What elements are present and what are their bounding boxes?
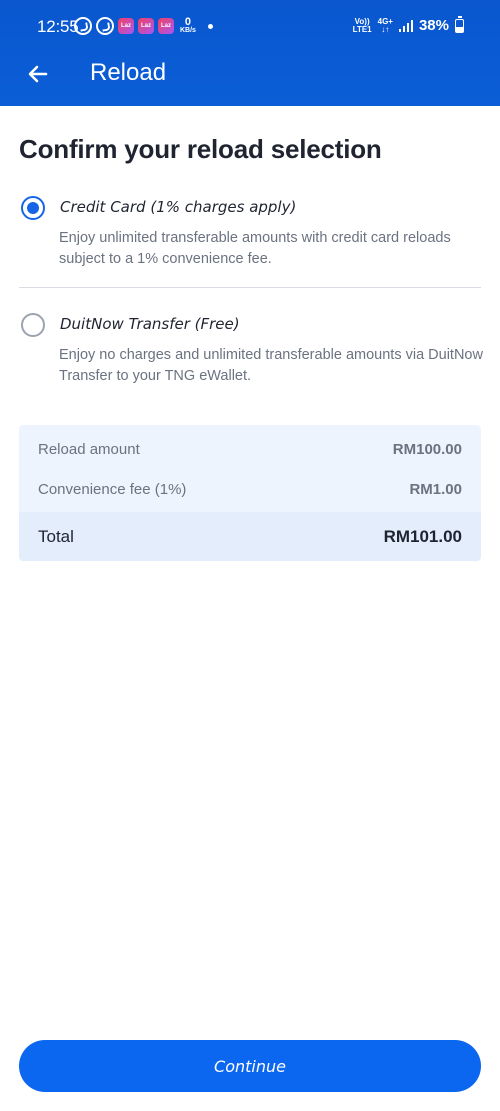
option-label: Credit Card (1% charges apply) (60, 198, 297, 216)
total-value: RM101.00 (383, 526, 462, 546)
system-icons: Vo)) LTE1 4G+ ↓↑ 38% (352, 15, 464, 34)
option-description: Enjoy unlimited transferable amounts wit… (59, 230, 451, 267)
battery-percent: 38% (418, 17, 449, 34)
continue-button[interactable]: Continue (19, 1040, 481, 1092)
summary-value: RM100.00 (392, 441, 462, 458)
volte-icon: Vo)) LTE1 (352, 17, 372, 34)
summary-row-reload-amount: Reload amount RM100.00 (19, 441, 481, 458)
option-description: Enjoy no charges and unlimited transfera… (59, 347, 483, 384)
whatsapp-icon (74, 17, 92, 35)
status-bar: 12:55 Laz Laz Laz 0 KB/s Vo)) LTE1 4G+ ↓… (0, 0, 500, 54)
radio-unchecked-icon[interactable] (21, 313, 45, 337)
app-header: 12:55 Laz Laz Laz 0 KB/s Vo)) LTE1 4G+ ↓… (0, 0, 500, 106)
summary-value: RM1.00 (409, 481, 462, 498)
notification-dot-icon (207, 23, 213, 29)
page-title: Reload (90, 59, 167, 86)
reload-summary: Reload amount RM100.00 Convenience fee (… (19, 425, 481, 561)
divider (19, 287, 481, 288)
lazada-icon: Laz (158, 18, 174, 34)
data-arrows-icon: ↓↑ (381, 24, 390, 34)
network-speed-unit: KB/s (180, 27, 196, 34)
lazada-icon: Laz (118, 18, 134, 34)
summary-label: Convenience fee (1%) (38, 481, 187, 498)
whatsapp-icon (96, 17, 114, 35)
notification-icons: Laz Laz Laz 0 KB/s (74, 17, 213, 35)
network-type: 4G+ ↓↑ (378, 17, 393, 34)
back-button[interactable] (22, 58, 54, 90)
summary-label: Reload amount (38, 441, 140, 458)
option-label: DuitNow Transfer (Free) (60, 315, 240, 333)
section-heading: Confirm your reload selection (19, 134, 382, 164)
lazada-icon: Laz (138, 18, 154, 34)
network-speed-value: 0 (184, 16, 192, 28)
summary-total-row: Total RM101.00 (19, 512, 481, 561)
network-speed: 0 KB/s (180, 17, 196, 35)
arrow-left-icon (28, 65, 48, 83)
status-time: 12:55 (37, 17, 79, 36)
total-label: Total (38, 526, 74, 546)
battery-icon (455, 15, 464, 33)
summary-row-convenience-fee: Convenience fee (1%) RM1.00 (19, 481, 481, 498)
signal-icon (398, 19, 413, 32)
volte-bottom-text: LTE1 (352, 24, 372, 34)
radio-checked-icon[interactable] (21, 196, 45, 220)
